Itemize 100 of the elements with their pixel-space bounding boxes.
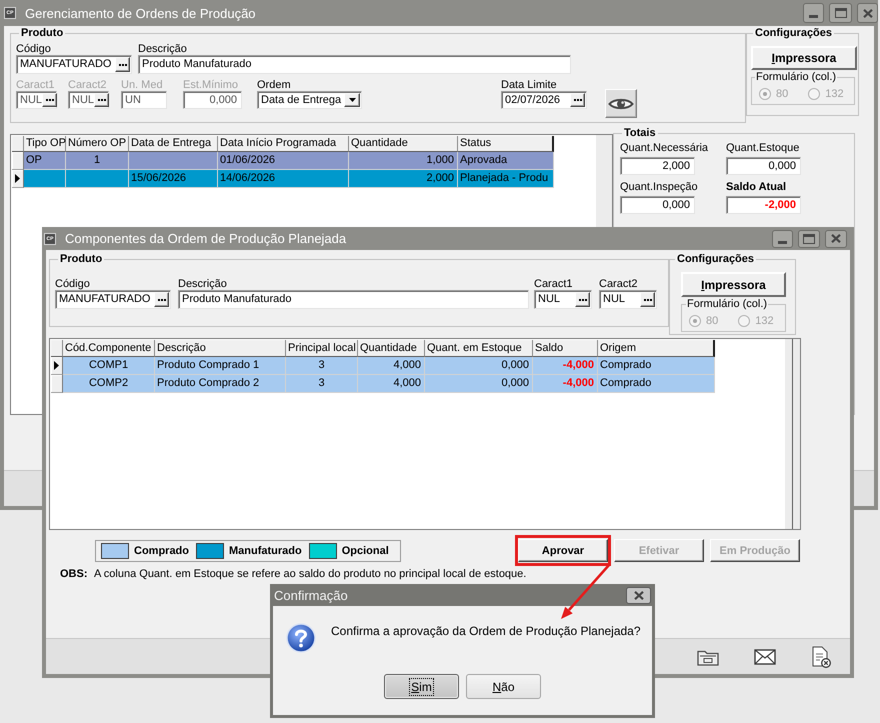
table-cell: 14/06/2026: [218, 170, 349, 188]
ellipsis-button[interactable]: [640, 292, 655, 307]
caret-icon: [348, 98, 356, 102]
close-button[interactable]: [857, 3, 878, 23]
text-field[interactable]: Produto Manufaturado: [138, 55, 571, 74]
document-cancel-icon[interactable]: [811, 646, 831, 668]
table-row[interactable]: 15/06/2026 14/06/2026 2,000 Planejada - Produ: [12, 170, 554, 188]
legend-label: Opcional: [342, 544, 389, 556]
table-cell: 0,000: [425, 375, 533, 393]
group-title: Configurações: [676, 252, 756, 266]
minimize-button[interactable]: [803, 3, 824, 23]
legend-label: Manufaturado: [229, 544, 302, 556]
table-row[interactable]: COMP2 Produto Comprado 2 3 4,000 0,000 -4,000 Comprado: [51, 375, 715, 393]
column-header[interactable]: Principal local: [286, 340, 358, 357]
field-label: Quant.Estoque: [726, 142, 800, 154]
group-title: Formulário (col.): [686, 297, 768, 311]
row-selector[interactable]: [51, 357, 63, 375]
ellipsis-button[interactable]: [575, 292, 590, 307]
maximize-icon: [834, 8, 846, 18]
printer-button[interactable]: Impressora: [681, 272, 786, 297]
column-header[interactable]: Data Início Programada: [218, 136, 349, 152]
row-selector[interactable]: [12, 170, 24, 188]
table-cell: Comprado: [598, 375, 715, 393]
table-cell: 15/06/2026: [129, 170, 218, 188]
table-cell: 3: [286, 375, 358, 393]
field-label: Código: [55, 278, 91, 290]
view-button[interactable]: [605, 89, 637, 118]
column-header[interactable]: Quantidade: [349, 136, 458, 152]
table-row[interactable]: COMP1 Produto Comprado 1 3 4,000 0,000 -4,000 Comprado: [51, 357, 715, 375]
maximize-icon: [803, 234, 815, 244]
field-label: Quant.Inspeção: [620, 181, 698, 193]
column-header[interactable]: Tipo OP: [24, 136, 66, 152]
minimize-icon: [778, 240, 787, 244]
column-header[interactable]: Data de Entrega: [129, 136, 218, 152]
note-text: A coluna Quant. em Estoque se refere ao saldo do produto no principal local de estoque.: [94, 568, 526, 580]
radio-label: 132: [755, 315, 774, 327]
printer-button[interactable]: Impressora: [751, 46, 857, 70]
column-header[interactable]: Quantidade: [358, 340, 425, 357]
dropdown[interactable]: Data de Entrega: [257, 91, 362, 109]
number-field[interactable]: 0,000: [726, 157, 801, 175]
lookup-field[interactable]: NUL: [599, 290, 657, 309]
radio-label: 80: [706, 315, 718, 327]
ellipsis-button[interactable]: [115, 57, 130, 72]
radio-label: 80: [776, 88, 788, 100]
header-corner: [51, 340, 63, 357]
table-cell: COMP2: [63, 375, 155, 393]
field-label: Saldo Atual: [726, 181, 786, 193]
column-header[interactable]: Cód.Componente: [63, 340, 155, 357]
maximize-button[interactable]: [798, 230, 820, 248]
window-title: Confirmação: [274, 588, 348, 602]
question-icon: [286, 623, 316, 653]
eye-icon: [608, 96, 634, 110]
field-label: Quant.Necessária: [620, 142, 708, 154]
legend-label: Comprado: [134, 544, 189, 556]
annotation-arrow: [559, 563, 611, 621]
column-header[interactable]: Status: [458, 136, 554, 152]
group-title: Totais: [623, 126, 657, 140]
lookup-field[interactable]: MANUFATURADO: [55, 290, 171, 309]
column-header[interactable]: Descrição: [155, 340, 286, 357]
table-cell: -4,000: [533, 375, 598, 393]
envelope-icon[interactable]: [754, 648, 776, 664]
number-field[interactable]: 0,000: [620, 196, 695, 214]
number-field[interactable]: -2,000: [726, 196, 801, 214]
field-label: Caract1: [534, 278, 574, 290]
lookup-field[interactable]: NUL: [534, 290, 592, 309]
radio-label: 132: [825, 88, 844, 100]
text-field[interactable]: Produto Manufaturado: [178, 290, 529, 309]
field-label: Código: [16, 43, 52, 55]
close-icon: [831, 234, 841, 243]
number-field[interactable]: 2,000: [620, 157, 695, 175]
field-label: Ordem: [257, 79, 292, 91]
table-cell: Planejada - Produ: [458, 170, 554, 188]
window-title: Componentes da Ordem de Produção Planejada: [65, 231, 346, 246]
minimize-button[interactable]: [772, 230, 793, 248]
column-header[interactable]: Número OP: [66, 136, 129, 152]
header-corner: [12, 136, 24, 152]
close-button[interactable]: [825, 230, 847, 248]
field-label: Un. Med: [121, 79, 164, 91]
ellipsis-button[interactable]: [570, 93, 585, 107]
table-row[interactable]: OP 1 01/06/2026 1,000 Aprovada: [12, 152, 554, 170]
ellipsis-button[interactable]: [154, 292, 169, 307]
group-title: Formulário (col.): [755, 70, 838, 84]
dropdown-button[interactable]: [344, 93, 360, 107]
close-button[interactable]: [626, 586, 651, 604]
close-icon: [862, 8, 872, 18]
dialog-button[interactable]: Sim: [384, 674, 459, 699]
row-marker-icon: [54, 361, 59, 370]
action-button[interactable]: Aprovar: [518, 539, 608, 562]
lookup-field[interactable]: MANUFATURADO: [16, 55, 132, 74]
field-label: Caract2: [599, 278, 639, 290]
column-header[interactable]: Quant. em Estoque: [425, 340, 533, 357]
field-label: Descrição: [138, 43, 188, 55]
column-header[interactable]: Saldo: [533, 340, 598, 357]
field-label: Caract2: [68, 79, 108, 91]
dialog-button[interactable]: Não: [466, 674, 541, 699]
column-header[interactable]: Origem: [598, 340, 715, 357]
dialog-message: Confirma a aprovação da Ordem de Produção Planejada?: [331, 625, 641, 638]
lookup-field[interactable]: 02/07/2026: [501, 91, 587, 109]
group-title: Produto: [20, 26, 64, 40]
maximize-button[interactable]: [829, 3, 852, 23]
